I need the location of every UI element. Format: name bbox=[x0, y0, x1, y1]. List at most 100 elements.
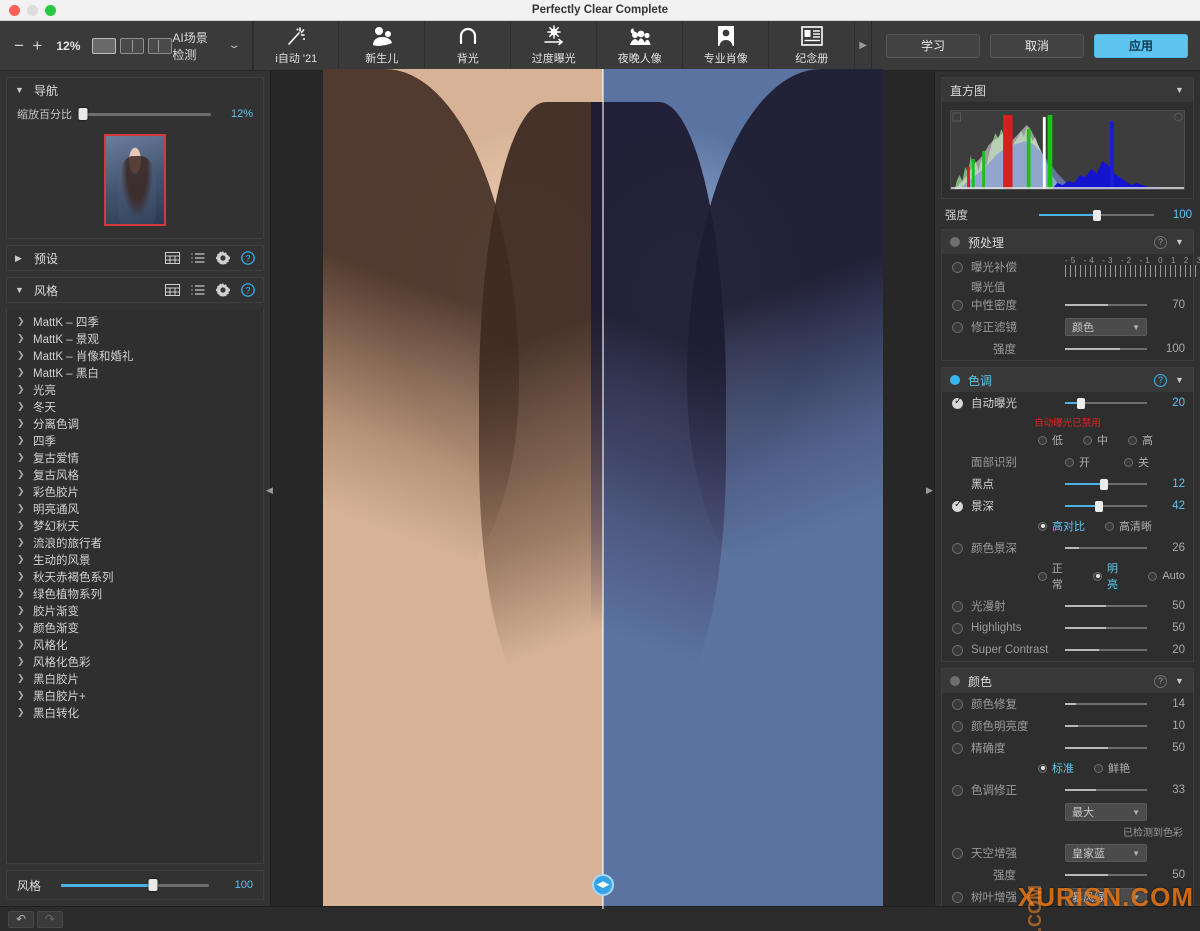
navigator-zoom-slider[interactable] bbox=[78, 107, 211, 121]
style-list-item[interactable]: ❯ 黑白胶片+ bbox=[7, 687, 263, 704]
tools-scroll-right-icon[interactable]: ▶ bbox=[855, 21, 871, 70]
chevron-down-icon[interactable]: ▼ bbox=[1175, 676, 1185, 686]
row-slider[interactable] bbox=[1065, 741, 1147, 755]
row-checkbox[interactable] bbox=[952, 321, 963, 333]
slider-knob[interactable] bbox=[1099, 478, 1108, 490]
radio-option[interactable]: 开 bbox=[1065, 454, 1090, 470]
styles-list[interactable]: ❯ MattK – 四季 ❯ MattK – 景观 ❯ MattK – 肖像和婚礼 ❯ Mat… bbox=[6, 309, 264, 864]
exposure-ruler[interactable]: -5 -4 -3 -2 -1 0 1 2 3 4 5 bbox=[1065, 256, 1200, 278]
help-icon[interactable]: ? bbox=[241, 283, 255, 297]
row-slider[interactable] bbox=[1065, 396, 1147, 410]
radio-option[interactable]: 明亮 bbox=[1093, 560, 1128, 592]
style-list-item[interactable]: ❯ 彩色胶片 bbox=[7, 483, 263, 500]
radio-option[interactable]: 鲜艳 bbox=[1094, 760, 1130, 776]
row-dropdown[interactable]: 暴风绿 ▼ bbox=[1065, 888, 1147, 906]
ai-scene-detect-dropdown[interactable]: AI场景检测 ⌄ bbox=[172, 29, 252, 63]
cancel-button[interactable]: 取消 bbox=[990, 33, 1084, 58]
zoom-in-button[interactable]: + bbox=[28, 35, 46, 57]
row-checkbox[interactable] bbox=[952, 644, 963, 656]
row-slider[interactable] bbox=[1065, 783, 1147, 797]
row-checkbox[interactable] bbox=[952, 847, 963, 859]
row-slider[interactable] bbox=[1065, 697, 1147, 711]
row-dropdown[interactable]: 皇家蓝 ▼ bbox=[1065, 844, 1147, 862]
style-list-item[interactable]: ❯ MattK – 四季 bbox=[7, 313, 263, 330]
radio-option[interactable]: 高清晰 bbox=[1105, 518, 1152, 534]
row-checkbox[interactable] bbox=[952, 299, 963, 311]
row-dropdown[interactable]: 颜色 ▼ bbox=[1065, 318, 1147, 336]
style-list-item[interactable]: ❯ 黑白胶片 bbox=[7, 670, 263, 687]
section-header-color[interactable]: 颜色? ▼ bbox=[942, 669, 1193, 693]
style-list-item[interactable]: ❯ 生动的风景 bbox=[7, 551, 263, 568]
gear-icon[interactable] bbox=[216, 251, 230, 265]
image-canvas[interactable]: ◀▶ bbox=[271, 68, 934, 909]
slider-knob[interactable] bbox=[148, 879, 158, 891]
row-slider[interactable] bbox=[1065, 499, 1147, 513]
row-checkbox[interactable] bbox=[952, 720, 963, 732]
style-list-item[interactable]: ❯ 胶片渐变 bbox=[7, 602, 263, 619]
style-list-item[interactable]: ❯ 复古爱情 bbox=[7, 449, 263, 466]
section-header-tone[interactable]: 色调? ▼ bbox=[942, 368, 1193, 392]
chevron-down-icon[interactable]: ▼ bbox=[1175, 237, 1185, 247]
style-list-item[interactable]: ❯ 风格化 bbox=[7, 636, 263, 653]
tool-pro-portrait[interactable]: 专业肖像 bbox=[683, 21, 770, 70]
radio-option[interactable]: Auto bbox=[1148, 570, 1185, 582]
help-icon[interactable]: ? bbox=[1154, 674, 1167, 688]
style-list-item[interactable]: ❯ 绿色植物系列 bbox=[7, 585, 263, 602]
tool-night-portrait[interactable]: 夜晚人像 bbox=[597, 21, 684, 70]
row-checkbox[interactable] bbox=[952, 261, 963, 273]
radio-option[interactable]: 中 bbox=[1083, 432, 1108, 448]
style-list-item[interactable]: ❯ MattK – 黑白 bbox=[7, 364, 263, 381]
navigator-header[interactable]: ▼ 导航 bbox=[7, 78, 263, 102]
strength-slider[interactable] bbox=[1039, 208, 1154, 222]
tool-newborn[interactable]: 新生儿 bbox=[339, 21, 426, 70]
row-checkbox[interactable] bbox=[952, 622, 963, 634]
split-compare-view-button[interactable] bbox=[148, 37, 173, 54]
redo-icon[interactable]: ↷ bbox=[37, 910, 63, 928]
radio-option[interactable]: 关 bbox=[1124, 454, 1149, 470]
radio-option[interactable]: 低 bbox=[1038, 432, 1063, 448]
navigator-thumbnail[interactable] bbox=[104, 134, 166, 226]
style-list-item[interactable]: ❯ 复古风格 bbox=[7, 466, 263, 483]
row-slider[interactable] bbox=[1065, 298, 1147, 312]
row-checkbox[interactable] bbox=[952, 698, 963, 710]
style-list-item[interactable]: ❯ 分离色调 bbox=[7, 415, 263, 432]
style-list-item[interactable]: ❯ MattK – 景观 bbox=[7, 330, 263, 347]
gear-icon[interactable] bbox=[216, 283, 230, 297]
help-icon[interactable]: ? bbox=[1154, 373, 1167, 387]
grid-view-icon[interactable] bbox=[165, 284, 180, 296]
style-list-item[interactable]: ❯ MattK – 肖像和婚礼 bbox=[7, 347, 263, 364]
presets-header[interactable]: ▶ 预设 ? bbox=[7, 246, 263, 270]
style-list-item[interactable]: ❯ 流浪的旅行者 bbox=[7, 534, 263, 551]
style-list-item[interactable]: ❯ 黑白转化 bbox=[7, 704, 263, 721]
tool-album[interactable]: 纪念册 bbox=[769, 21, 856, 70]
slider-knob[interactable] bbox=[78, 108, 88, 120]
right-panel-collapse-handle[interactable]: ▶ bbox=[926, 485, 934, 499]
style-list-item[interactable]: ❯ 四季 bbox=[7, 432, 263, 449]
histogram-header[interactable]: 直方图 ▼ bbox=[942, 78, 1193, 102]
undo-icon[interactable]: ↶ bbox=[8, 910, 34, 928]
radio-option[interactable]: 高对比 bbox=[1038, 518, 1085, 534]
row-slider[interactable] bbox=[1065, 621, 1147, 635]
left-panel-collapse-handle[interactable]: ◀ bbox=[266, 485, 274, 499]
style-list-item[interactable]: ❯ 明亮通风 bbox=[7, 500, 263, 517]
row-slider[interactable] bbox=[1065, 643, 1147, 657]
radio-option[interactable]: 标准 bbox=[1038, 760, 1074, 776]
section-toggle-dot[interactable] bbox=[950, 676, 960, 686]
tool-auto[interactable]: i自动 '21 bbox=[253, 21, 340, 70]
radio-option[interactable]: 正常 bbox=[1038, 560, 1073, 592]
row-checkbox[interactable] bbox=[952, 742, 963, 754]
style-list-item[interactable]: ❯ 颜色渐变 bbox=[7, 619, 263, 636]
tool-overexposure[interactable]: 过度曝光 bbox=[511, 21, 598, 70]
radio-option[interactable]: 高 bbox=[1128, 432, 1153, 448]
row-slider[interactable] bbox=[1065, 342, 1147, 356]
tool-backlight[interactable]: 背光 bbox=[425, 21, 512, 70]
style-list-item[interactable]: ❯ 光亮 bbox=[7, 381, 263, 398]
style-list-item[interactable]: ❯ 冬天 bbox=[7, 398, 263, 415]
row-slider[interactable] bbox=[1065, 477, 1147, 491]
slider-knob[interactable] bbox=[1095, 500, 1104, 512]
row-checkbox[interactable] bbox=[952, 784, 963, 796]
style-list-item[interactable]: ❯ 风格化色彩 bbox=[7, 653, 263, 670]
apply-button[interactable]: 应用 bbox=[1094, 33, 1188, 58]
row-checkbox[interactable] bbox=[952, 891, 963, 903]
single-view-button[interactable] bbox=[92, 37, 117, 54]
